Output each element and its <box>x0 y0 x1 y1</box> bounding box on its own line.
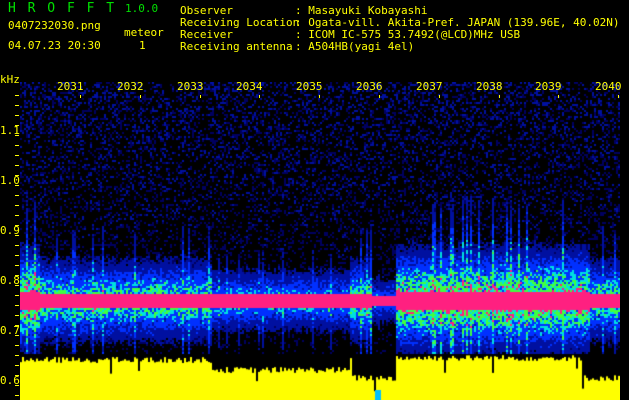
x-label: 2036 <box>356 80 383 93</box>
x-label: 2032 <box>117 80 144 93</box>
app-version: 1.0.0 <box>125 2 159 15</box>
y-tick <box>15 365 19 366</box>
y-tick <box>15 335 19 336</box>
x-tick <box>498 95 500 98</box>
y-tick <box>15 385 19 386</box>
y-tick <box>15 245 19 246</box>
y-tick <box>15 265 19 266</box>
y-tick <box>15 315 19 316</box>
y-tick <box>15 195 19 196</box>
y-tick <box>15 345 19 346</box>
y-tick <box>15 375 19 376</box>
x-label: 2037 <box>416 80 443 93</box>
y-tick <box>15 175 19 176</box>
y-axis-unit: kHz <box>0 73 20 86</box>
y-tick <box>15 285 19 286</box>
meteor-label: meteor <box>124 26 164 39</box>
y-tick <box>15 185 19 186</box>
y-tick <box>15 155 19 156</box>
x-label: 2038 <box>476 80 503 93</box>
y-tick <box>15 105 19 106</box>
x-tick <box>139 95 141 98</box>
y-tick <box>15 295 19 296</box>
y-tick <box>15 395 19 396</box>
x-label: 2033 <box>177 80 204 93</box>
x-tick <box>199 95 201 98</box>
y-tick <box>15 145 19 146</box>
x-tick <box>379 95 380 98</box>
y-tick <box>15 205 19 206</box>
y-tick <box>15 275 19 276</box>
y-tick <box>15 305 19 306</box>
x-label: 2035 <box>296 80 323 93</box>
x-label: 2039 <box>535 80 562 93</box>
x-label: 2040 <box>595 80 622 93</box>
y-tick <box>15 235 19 236</box>
meteor-count: 1 <box>139 39 146 52</box>
y-tick <box>15 165 19 166</box>
x-tick <box>438 95 440 98</box>
y-tick <box>15 115 19 116</box>
x-label: 2031 <box>57 80 84 93</box>
x-tick <box>259 95 261 98</box>
x-tick <box>80 95 81 98</box>
y-tick <box>15 135 19 136</box>
x-tick <box>319 95 321 98</box>
y-tick <box>15 125 19 126</box>
spectrogram <box>20 82 620 400</box>
x-label: 2034 <box>236 80 263 93</box>
y-tick <box>15 225 19 226</box>
antenna-label: Receiving antenna <box>180 40 293 53</box>
app-title: H R O F F T <box>8 1 117 16</box>
file-name: 0407232030.png <box>8 19 101 32</box>
file-datetime: 04.07.23 20:30 <box>8 39 101 52</box>
y-tick <box>15 325 19 326</box>
y-tick <box>15 255 19 256</box>
x-tick <box>558 95 560 98</box>
y-tick <box>15 215 19 216</box>
x-tick <box>618 95 620 98</box>
y-tick <box>15 95 19 96</box>
y-tick <box>15 355 19 356</box>
antenna-value: : A504HB(yagi 4el) <box>295 40 415 53</box>
